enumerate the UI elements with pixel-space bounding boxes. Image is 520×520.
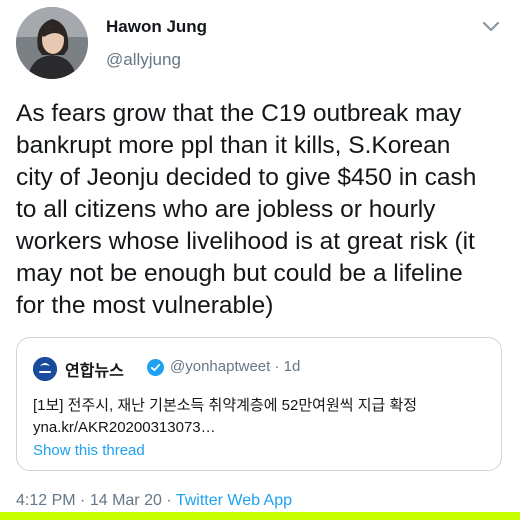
highlight-bar [0, 512, 520, 520]
tweet-line: city of Jeonju decided to give $450 in c… [16, 164, 477, 191]
quoted-age: 1d [283, 358, 301, 375]
author-name[interactable]: Hawon Jung [106, 17, 207, 37]
quoted-tweet-card[interactable]: 연합뉴스 @yonhaptweet · 1d [1보] 전주시, 재난 기본소득… [16, 337, 502, 471]
tweet-line: workers whose livelihood is at great ris… [16, 228, 475, 255]
verified-badge-icon [147, 359, 164, 376]
tweet-text: As fears grow that the C19 outbreak may … [16, 98, 508, 322]
footer-separator: · [166, 492, 172, 509]
quoted-handle: @yonhaptweet [170, 358, 271, 375]
quoted-separator: · [274, 358, 280, 375]
tweet-line: As fears grow that the C19 outbreak may [16, 100, 462, 127]
quoted-link: yna.kr/AKR20200313073… [33, 419, 216, 436]
avatar-photo [16, 7, 88, 79]
tweet-footer: 4:12 PM · 14 Mar 20 · Twitter Web App [16, 492, 292, 510]
quoted-text-line: [1보] 전주시, 재난 기본소득 취약계층에 52만여원씩 지급 확정 [33, 397, 418, 414]
tweet-line: to all citizens who are jobless or hourl… [16, 196, 436, 223]
yonhap-logo-icon [33, 357, 57, 381]
quoted-meta: @yonhaptweet · 1d [170, 358, 300, 375]
tweet-line: may not be enough but could be a lifelin… [16, 260, 463, 287]
footer-separator: · [80, 492, 86, 509]
source-app-link[interactable]: Twitter Web App [176, 492, 292, 509]
author-handle[interactable]: @allyjung [106, 50, 181, 70]
quoted-author-name: 연합뉴스 [65, 363, 124, 380]
tweet-line: bankrupt more ppl than it kills, S.Korea… [16, 132, 451, 159]
tweet-date[interactable]: 14 Mar 20 [90, 492, 162, 509]
show-thread-link[interactable]: Show this thread [33, 442, 145, 459]
chevron-down-icon[interactable] [478, 14, 504, 40]
quoted-text: [1보] 전주시, 재난 기본소득 취약계층에 52만여원씩 지급 확정 yna… [33, 395, 493, 439]
tweet-line: for the most vulnerable) [16, 292, 274, 319]
author-avatar[interactable] [16, 7, 88, 79]
tweet-time[interactable]: 4:12 PM [16, 492, 76, 509]
